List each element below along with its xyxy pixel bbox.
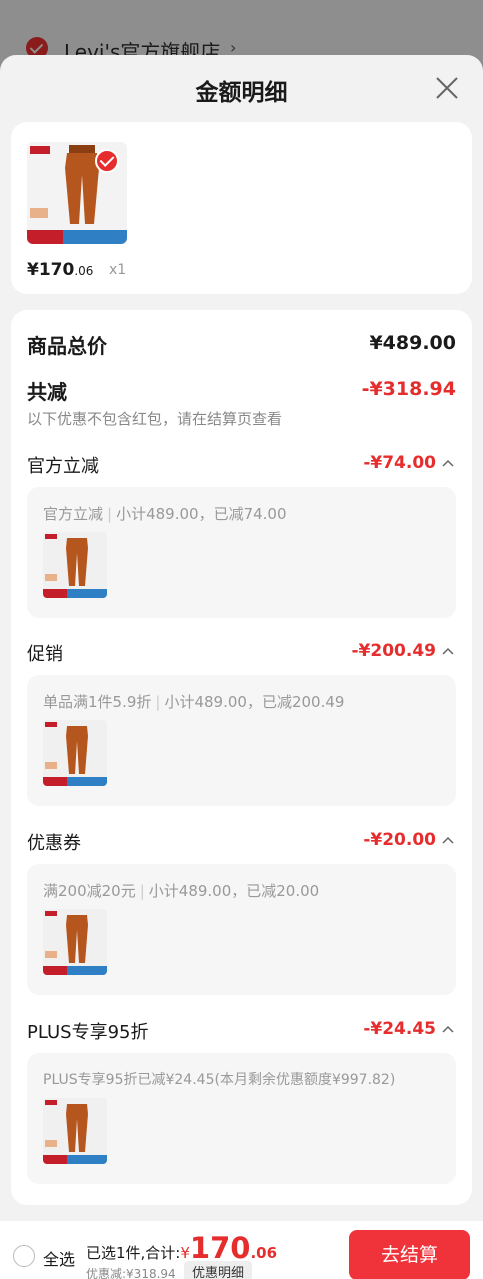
section-value: -¥24.45	[363, 1019, 436, 1039]
caret-up-icon[interactable]	[442, 1024, 454, 1034]
total-row: 商品总价 ¥489.00	[27, 330, 456, 359]
total-integer: 170	[189, 1231, 251, 1265]
total-label: 商品总价	[27, 334, 107, 358]
select-all-label[interactable]: 全选	[43, 1246, 75, 1270]
section-detail-text: 单品满1件5.9折 | 小计489.00，已减200.49	[43, 691, 344, 712]
detail-amount: 小计489.00，已减200.49	[164, 693, 345, 711]
separator: |	[139, 882, 145, 900]
checkout-button[interactable]: 去结算	[349, 1230, 470, 1279]
discount-detail-button[interactable]: 优惠明细	[184, 1261, 253, 1279]
item-price: ¥170.06	[27, 260, 93, 280]
detail-type: PLUS专享95折已减¥24.45(本月剩余优惠额度¥997.82)	[43, 1072, 396, 1088]
detail-type: 满200减20元	[43, 882, 136, 900]
product-thumbnail	[43, 720, 107, 786]
detail-type: 单品满1件5.9折	[43, 693, 152, 711]
price-detail-card: 商品总价 ¥489.00 共减 -¥318.94 以下优惠不包含红包，请在结算页…	[11, 310, 472, 1205]
total-decimal: .06	[250, 1244, 278, 1262]
detail-amount: 小计489.00，已减74.00	[116, 505, 287, 523]
section-detail-text: 官方立减 | 小计489.00，已减74.00	[43, 503, 287, 524]
reduce-row: 共减 -¥318.94	[27, 376, 456, 405]
detail-amount: 小计489.00，已减20.00	[148, 882, 320, 900]
section-detail-text: PLUS专享95折已减¥24.45(本月剩余优惠额度¥997.82)	[43, 1069, 395, 1089]
total-yen: ¥	[180, 1244, 190, 1262]
caret-up-icon[interactable]	[442, 835, 454, 845]
section-detail-box: 满200减20元 | 小计489.00，已减20.00	[27, 864, 456, 995]
product-card: ¥170.06 x1	[11, 122, 472, 294]
section-label: PLUS专享95折	[27, 1022, 149, 1043]
item-price-main: ¥170	[27, 260, 75, 280]
reduce-value: -¥318.94	[361, 378, 456, 400]
sheet-header: 金额明细	[0, 55, 483, 121]
select-all-radio-icon[interactable]	[13, 1245, 35, 1267]
separator: |	[107, 505, 113, 523]
section-detail-box: 官方立减 | 小计489.00，已减74.00	[27, 487, 456, 618]
section-value: -¥20.00	[363, 830, 436, 850]
item-price-decimal: .06	[74, 264, 94, 278]
reduce-label: 共减	[27, 380, 67, 404]
section-label: 官方立减	[27, 456, 99, 477]
caret-up-icon[interactable]	[442, 646, 454, 656]
selected-count-label: 已选1件,合计:	[86, 1244, 181, 1262]
separator: |	[155, 693, 161, 711]
section-value: -¥200.49	[351, 641, 437, 661]
sheet-title: 金额明细	[195, 80, 288, 106]
product-thumbnail	[43, 909, 107, 975]
section-label: 优惠券	[27, 833, 81, 854]
section-coupon[interactable]: 优惠券 -¥20.00	[27, 829, 456, 854]
close-icon[interactable]	[435, 76, 459, 100]
item-quantity: x1	[109, 262, 127, 278]
caret-up-icon[interactable]	[442, 458, 454, 468]
discount-note: 以下优惠不包含红包，请在结算页查看	[27, 410, 283, 428]
section-detail-text: 满200减20元 | 小计489.00，已减20.00	[43, 880, 319, 901]
checkout-bar: 全选 已选1件,合计:¥170.06 优惠减:¥318.94 优惠明细 去结算	[0, 1221, 483, 1279]
total-value: ¥489.00	[369, 332, 456, 354]
amount-detail-sheet: 金额明细 ¥170.06 x1 商品总价 ¥489.00 共减 -¥318.94…	[0, 55, 483, 1279]
section-official-discount[interactable]: 官方立减 -¥74.00	[27, 452, 456, 477]
section-detail-box: 单品满1件5.9折 | 小计489.00，已减200.49	[27, 675, 456, 806]
section-detail-box: PLUS专享95折已减¥24.45(本月剩余优惠额度¥997.82)	[27, 1053, 456, 1184]
total-summary: 已选1件,合计:¥170.06	[86, 1231, 277, 1265]
section-plus-discount[interactable]: PLUS专享95折 -¥24.45	[27, 1018, 456, 1043]
section-value: -¥74.00	[363, 453, 436, 473]
section-label: 促销	[27, 644, 63, 665]
product-thumbnail	[43, 532, 107, 598]
product-thumbnail	[43, 1098, 107, 1164]
discount-total: 优惠减:¥318.94	[86, 1267, 176, 1279]
selected-check-icon	[95, 149, 119, 173]
detail-type: 官方立减	[43, 505, 104, 523]
section-promotion[interactable]: 促销 -¥200.49	[27, 640, 456, 665]
